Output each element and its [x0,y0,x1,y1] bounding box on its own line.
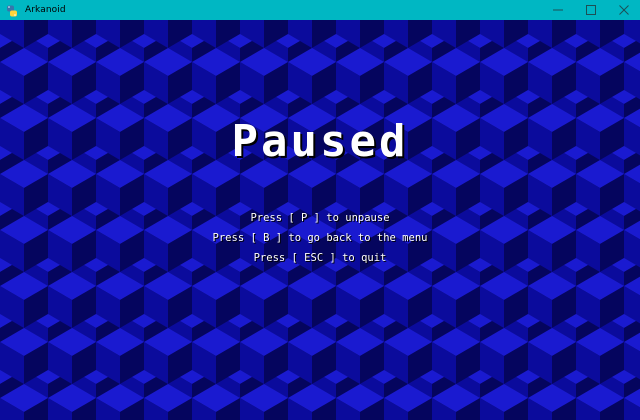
close-icon [618,5,629,15]
instruction-unpause: Press [ P ] to unpause [250,212,390,224]
window-controls [541,0,640,20]
instruction-quit: Press [ ESC ] to quit [253,252,387,264]
window-title: Arkanoid [25,5,66,15]
minimize-icon [552,9,563,11]
close-button[interactable] [607,0,640,20]
game-canvas[interactable]: Paused Press [ P ] to unpause Press [ B … [0,20,640,420]
maximize-icon [585,5,596,15]
maximize-button[interactable] [574,0,607,20]
python-icon [6,4,18,17]
app-window: Arkanoid Paused Press [P] to unpause P… [0,0,640,420]
paused-heading: Paused [231,116,409,167]
minimize-button[interactable] [541,0,574,20]
title-bar[interactable]: Arkanoid [0,0,640,20]
instruction-back-to-menu: Press [ B ] to go back to the menu [212,232,428,244]
